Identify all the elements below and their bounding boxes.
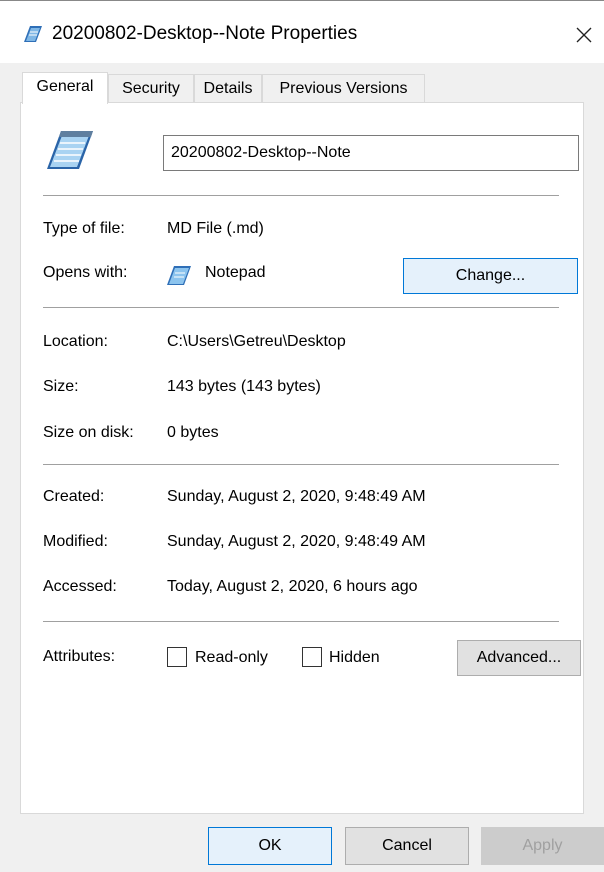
size-value: 143 bytes (143 bytes) xyxy=(167,378,321,395)
hidden-checkbox[interactable] xyxy=(302,647,322,667)
read-only-checkbox[interactable] xyxy=(167,647,187,667)
divider xyxy=(43,307,559,308)
title-bar: 20200802-Desktop--Note Properties xyxy=(0,0,604,63)
cancel-button[interactable]: Cancel xyxy=(345,827,469,865)
created-value: Sunday, August 2, 2020, 9:48:49 AM xyxy=(167,488,426,505)
location-value: C:\Users\Getreu\Desktop xyxy=(167,333,346,350)
divider xyxy=(43,621,559,622)
file-name-input[interactable] xyxy=(163,135,579,171)
hidden-label: Hidden xyxy=(329,649,380,666)
modified-label: Modified: xyxy=(43,533,108,550)
notepad-icon xyxy=(165,263,193,292)
type-of-file-value: MD File (.md) xyxy=(167,220,264,237)
created-label: Created: xyxy=(43,488,105,505)
type-of-file-label: Type of file: xyxy=(43,220,125,237)
notepad-icon xyxy=(22,23,44,43)
size-on-disk-value: 0 bytes xyxy=(167,424,219,441)
size-label: Size: xyxy=(43,378,79,395)
divider xyxy=(43,464,559,465)
accessed-label: Accessed: xyxy=(43,578,117,595)
divider xyxy=(43,195,559,196)
tab-previous-versions[interactable]: Previous Versions xyxy=(262,74,425,102)
window-title: 20200802-Desktop--Note Properties xyxy=(52,23,358,44)
accessed-value: Today, August 2, 2020, 6 hours ago xyxy=(167,578,418,595)
change-button[interactable]: Change... xyxy=(403,258,578,294)
opens-with-label: Opens with: xyxy=(43,264,128,281)
tab-security[interactable]: Security xyxy=(108,74,194,102)
advanced-button[interactable]: Advanced... xyxy=(457,640,581,676)
modified-value: Sunday, August 2, 2020, 9:48:49 AM xyxy=(167,533,426,550)
close-icon xyxy=(576,27,592,43)
location-label: Location: xyxy=(43,333,108,350)
ok-button[interactable]: OK xyxy=(208,827,332,865)
read-only-label: Read-only xyxy=(195,649,268,666)
apply-button[interactable]: Apply xyxy=(481,827,604,865)
close-button[interactable] xyxy=(560,13,604,55)
size-on-disk-label: Size on disk: xyxy=(43,424,134,441)
opens-with-value: Notepad xyxy=(205,264,266,281)
general-tab-panel: Type of file: MD File (.md) Opens with: … xyxy=(20,102,584,814)
tab-general[interactable]: General xyxy=(22,72,108,104)
attributes-label: Attributes: xyxy=(43,648,116,665)
notepad-file-icon xyxy=(41,125,97,178)
tab-details[interactable]: Details xyxy=(194,74,262,102)
